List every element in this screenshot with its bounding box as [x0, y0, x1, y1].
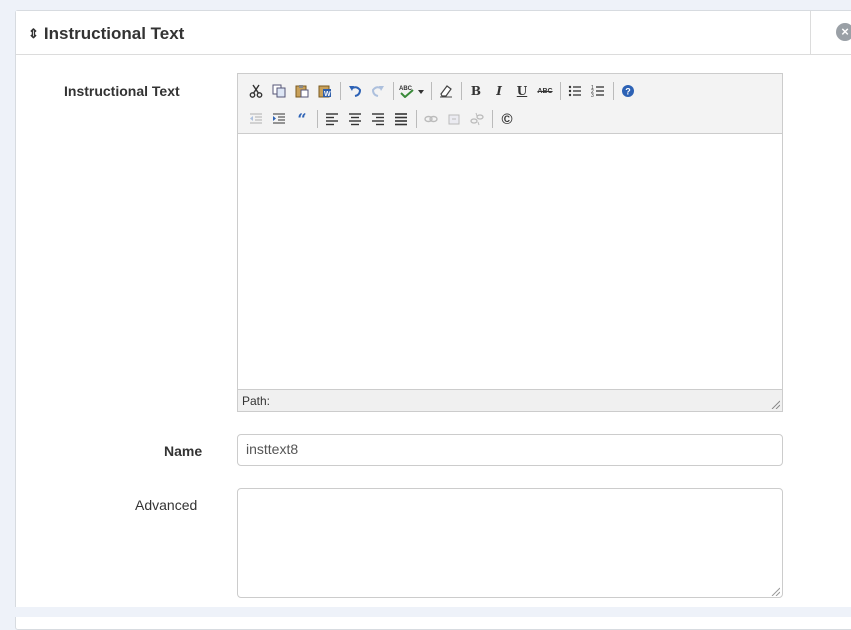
name-label: Name	[164, 443, 203, 459]
toolbar-row-2: “ ©	[246, 109, 520, 129]
toolbar-separator	[613, 82, 614, 100]
toolbar-separator	[393, 82, 394, 100]
redo-icon[interactable]	[368, 81, 388, 101]
toolbar-separator	[461, 82, 462, 100]
path-label: Path:	[242, 394, 271, 408]
editor-statusbar: Path:	[238, 389, 782, 411]
sort-handle-icon[interactable]: ⇕	[28, 26, 39, 41]
blockquote-icon[interactable]: “	[292, 109, 312, 129]
bold-icon[interactable]: B	[466, 81, 486, 101]
instructional-text-label: Instructional Text	[64, 83, 180, 99]
bullet-list-icon[interactable]	[565, 81, 585, 101]
undo-icon[interactable]	[345, 81, 365, 101]
anchor-icon[interactable]	[444, 109, 464, 129]
toolbar-separator	[317, 110, 318, 128]
outdent-icon[interactable]	[246, 109, 266, 129]
panel-header[interactable]: ⇕ Instructional Text ×	[16, 11, 851, 55]
toolbar-separator	[340, 82, 341, 100]
editor-content-area[interactable]	[238, 134, 782, 389]
align-left-icon[interactable]	[322, 109, 342, 129]
svg-text:3: 3	[591, 93, 594, 98]
underline-icon[interactable]: U	[512, 81, 532, 101]
toolbar-row-1: W ABC B I U ABC 1 2 3 ?	[246, 81, 641, 101]
resize-grip-icon[interactable]	[770, 399, 780, 409]
page-background-strip	[0, 607, 851, 617]
panel-title-text: Instructional Text	[43, 24, 185, 43]
header-divider	[810, 11, 811, 55]
strikethrough-icon[interactable]: ABC	[535, 81, 555, 101]
editor-toolbar: W ABC B I U ABC 1 2 3 ? “ ©	[238, 74, 782, 134]
paste-word-icon[interactable]: W	[315, 81, 335, 101]
numbered-list-icon[interactable]: 123	[588, 81, 608, 101]
unlink-icon[interactable]	[467, 109, 487, 129]
textarea-resize-icon[interactable]	[770, 586, 780, 596]
copyright-icon[interactable]: ©	[497, 109, 517, 129]
copy-icon[interactable]	[269, 81, 289, 101]
paste-icon[interactable]	[292, 81, 312, 101]
italic-icon[interactable]: I	[489, 81, 509, 101]
indent-icon[interactable]	[269, 109, 289, 129]
name-input[interactable]: insttext8	[237, 434, 783, 466]
toolbar-separator	[431, 82, 432, 100]
toolbar-separator	[560, 82, 561, 100]
cut-icon[interactable]	[246, 81, 266, 101]
spellcheck-icon[interactable]: ABC	[398, 81, 426, 101]
toolbar-separator	[416, 110, 417, 128]
svg-text:?: ?	[625, 87, 631, 97]
svg-text:W: W	[324, 91, 331, 98]
panel-title[interactable]: ⇕ Instructional Text	[28, 24, 184, 44]
align-justify-icon[interactable]	[391, 109, 411, 129]
close-icon[interactable]: ×	[836, 23, 851, 41]
toolbar-separator	[492, 110, 493, 128]
link-icon[interactable]	[421, 109, 441, 129]
align-right-icon[interactable]	[368, 109, 388, 129]
advanced-label: Advanced	[135, 497, 198, 513]
help-icon[interactable]: ?	[618, 81, 638, 101]
rich-text-editor[interactable]: W ABC B I U ABC 1 2 3 ? “ © Path:	[237, 73, 783, 412]
align-center-icon[interactable]	[345, 109, 365, 129]
eraser-icon[interactable]	[436, 81, 456, 101]
advanced-textarea[interactable]	[237, 488, 783, 598]
